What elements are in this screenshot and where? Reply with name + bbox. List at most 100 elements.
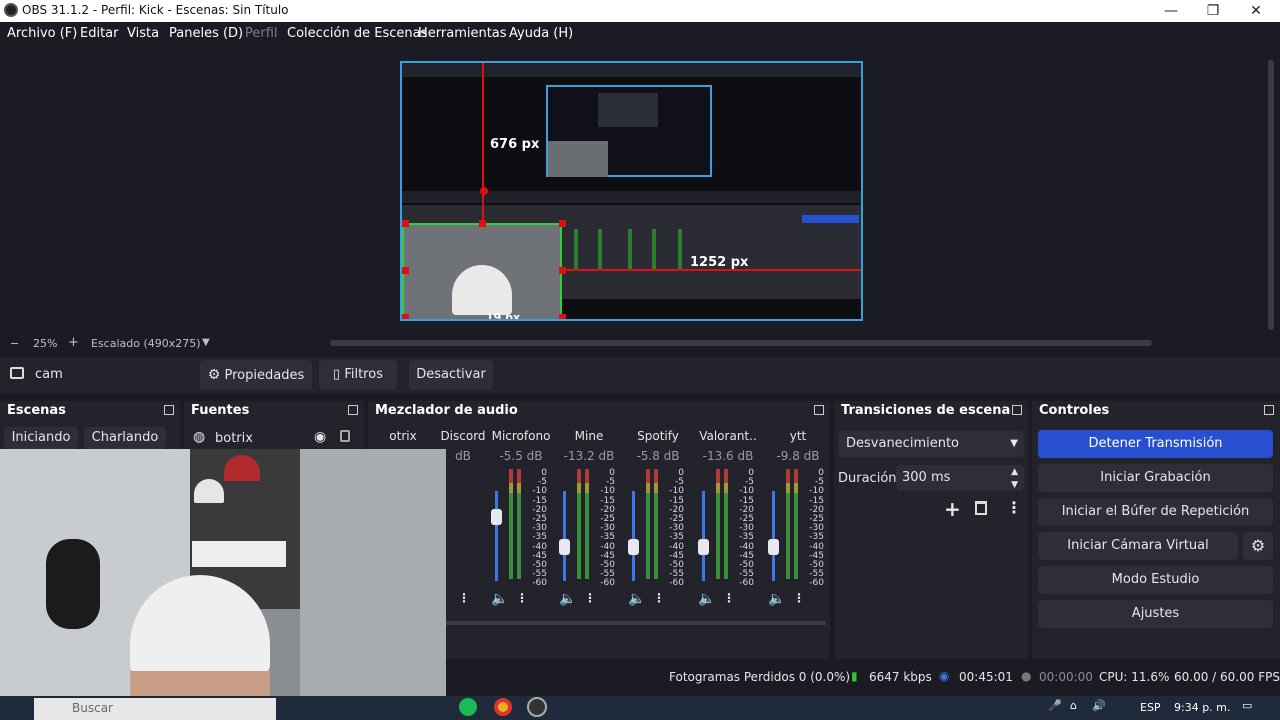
stepper-down-icon[interactable]: ▼ [1011, 472, 1018, 498]
obs-taskbar-icon[interactable] [527, 697, 547, 717]
lock-icon[interactable] [340, 430, 350, 442]
channel-menu-icon[interactable]: ⋮ [723, 591, 735, 605]
clock[interactable]: 9:34 p. m. [1174, 701, 1230, 714]
trash-icon[interactable] [975, 501, 987, 515]
preview-cam-source[interactable] [402, 223, 562, 319]
resize-handle[interactable] [559, 267, 566, 274]
stop-stream-button[interactable]: Detener Transmisión [1038, 430, 1273, 458]
volume-slider-handle[interactable] [628, 539, 639, 555]
meter-scale-tick: -60 [600, 578, 615, 589]
channel-meter: 0 -5 -10 -15 -20 -25 -30 -35 -40 -45 -50 -55 -60 [698, 468, 758, 588]
settings-button[interactable]: Ajustes [1038, 600, 1273, 628]
maximize-button[interactable]: ❐ [1198, 1, 1228, 21]
source-item-botrix[interactable]: ◍ botrix ◉ [184, 427, 364, 451]
channel-menu-icon[interactable]: ⋮ [584, 591, 596, 605]
spotify-icon[interactable] [459, 698, 477, 716]
close-button[interactable]: ✕ [1241, 1, 1271, 21]
volume-slider[interactable] [632, 491, 635, 581]
mixer-scrollbar[interactable] [446, 621, 826, 625]
volume-slider[interactable] [495, 491, 498, 581]
preview-nested-window [598, 93, 658, 127]
start-recording-button[interactable]: Iniciar Grabación [1038, 464, 1273, 492]
add-transition-icon[interactable]: + [944, 497, 961, 521]
network-icon[interactable]: ⌂ [1070, 699, 1077, 712]
dock-float-icon[interactable] [164, 405, 174, 415]
speaker-icon[interactable]: 🔈 [768, 591, 785, 607]
scene-iniciando[interactable]: Iniciando [4, 427, 78, 449]
language-indicator[interactable]: ESP [1140, 701, 1161, 714]
taskbar-search[interactable]: Buscar [34, 698, 276, 720]
filters-button[interactable]: ▯ Filtros [319, 360, 397, 390]
resize-handle[interactable] [559, 220, 566, 227]
meter-scale: 0 -5 -10 -15 -20 -25 -30 -35 -40 -45 -50 -55 -60 [593, 468, 615, 589]
dock-float-icon[interactable] [1012, 405, 1022, 415]
volume-slider-handle[interactable] [698, 539, 709, 555]
resize-handle[interactable] [402, 314, 409, 319]
guide-bottom-label: 19 px [486, 311, 521, 321]
transition-select[interactable]: Desvanecimiento ▼ [838, 431, 1024, 457]
zoom-out-button[interactable]: − [10, 337, 19, 350]
speaker-icon[interactable]: 🔈 [628, 591, 645, 607]
menu-vista[interactable]: Vista [127, 26, 159, 41]
resize-handle[interactable] [559, 314, 566, 319]
meter-scale: 0 -5 -10 -15 -20 -25 -30 -35 -40 -45 -50 -55 -60 [662, 468, 684, 589]
dropped-frames: Fotogramas Perdidos 0 (0.0%) [669, 670, 851, 684]
level-meter-bar [577, 469, 581, 579]
volume-slider[interactable] [563, 491, 566, 581]
resize-handle[interactable] [402, 267, 409, 274]
zoom-in-button[interactable]: + [68, 335, 79, 350]
volume-slider-handle[interactable] [768, 539, 779, 555]
dock-float-icon[interactable] [1264, 405, 1274, 415]
volume-slider-handle[interactable] [491, 509, 502, 525]
speaker-icon[interactable]: 🔈 [698, 591, 715, 607]
replay-buffer-button[interactable]: Iniciar el Búfer de Repetición [1038, 498, 1273, 526]
menu-paneles[interactable]: Paneles (D) [169, 26, 243, 41]
mixer-channel: Valorant.. -13.6 dB 0 -5 -10 -15 -20 -25 -30 -35-… [693, 429, 763, 607]
menu-coleccion-escenas[interactable]: Colección de Escenas [287, 26, 427, 41]
scene-charlando[interactable]: Charlando [84, 427, 166, 449]
menu-perfil[interactable]: Perfil [245, 26, 278, 41]
channel-menu-icon[interactable]: ⋮ [516, 591, 528, 605]
resize-handle[interactable] [479, 220, 486, 227]
preview-horizontal-scrollbar[interactable] [330, 340, 1152, 346]
volume-slider-handle[interactable] [559, 539, 570, 555]
dock-float-icon[interactable] [348, 405, 358, 415]
channel-menu-icon[interactable]: ⋮ [793, 591, 805, 605]
resize-handle[interactable] [402, 220, 409, 227]
speaker-icon[interactable]: 🔈 [559, 591, 576, 607]
dock-float-icon[interactable] [814, 405, 824, 415]
more-options-icon[interactable]: ⋮ [1006, 498, 1022, 517]
volume-icon[interactable]: 🔊 [1092, 699, 1106, 712]
scale-dropdown-icon[interactable]: ▼ [202, 337, 210, 348]
deactivate-button[interactable]: Desactivar [409, 360, 493, 390]
gear-icon: ⚙ [207, 367, 221, 383]
volume-slider[interactable] [772, 491, 775, 581]
virtual-camera-button[interactable]: Iniciar Cámara Virtual [1038, 532, 1238, 560]
obs-logo-icon [4, 3, 18, 17]
menu-herramientas[interactable]: Herramientas [418, 26, 507, 41]
preview-canvas[interactable]: 676 px 1252 px 19 px [400, 61, 863, 321]
webcam-white-cap [194, 479, 224, 503]
channel-menu-icon[interactable]: ⋮ [653, 591, 665, 605]
transitions-dock: Transiciones de escena Desvanecimiento ▼… [834, 401, 1028, 659]
menu-editar[interactable]: Editar [80, 26, 119, 41]
mic-icon[interactable]: 🎤 [1048, 699, 1062, 712]
chrome-icon[interactable] [494, 698, 512, 716]
eye-icon[interactable]: ◉ [314, 429, 326, 445]
channel-menu-icon[interactable]: ⋮ [458, 591, 470, 605]
volume-slider[interactable] [702, 491, 705, 581]
mixer-channel: Microfono -5.5 dB 0 -5 -10 -15 -20 -25 -30 -35 -40… [486, 429, 556, 607]
duration-input[interactable]: 300 ms ▲ ▼ [896, 465, 1024, 491]
virtual-camera-settings-icon[interactable]: ⚙ [1243, 532, 1273, 560]
rotate-handle[interactable] [480, 187, 488, 195]
preview-meter [574, 229, 578, 269]
preview-vertical-scrollbar[interactable] [1268, 60, 1274, 330]
properties-button[interactable]: ⚙ Propiedades [200, 360, 312, 390]
studio-mode-button[interactable]: Modo Estudio [1038, 566, 1273, 594]
minimize-button[interactable]: — [1156, 1, 1186, 21]
selected-source-name: cam [35, 367, 63, 382]
menu-ayuda[interactable]: Ayuda (H) [509, 26, 573, 41]
menu-archivo[interactable]: Archivo (F) [7, 26, 77, 41]
notifications-icon[interactable]: ▭ [1242, 699, 1252, 712]
speaker-icon[interactable]: 🔈 [491, 591, 508, 607]
